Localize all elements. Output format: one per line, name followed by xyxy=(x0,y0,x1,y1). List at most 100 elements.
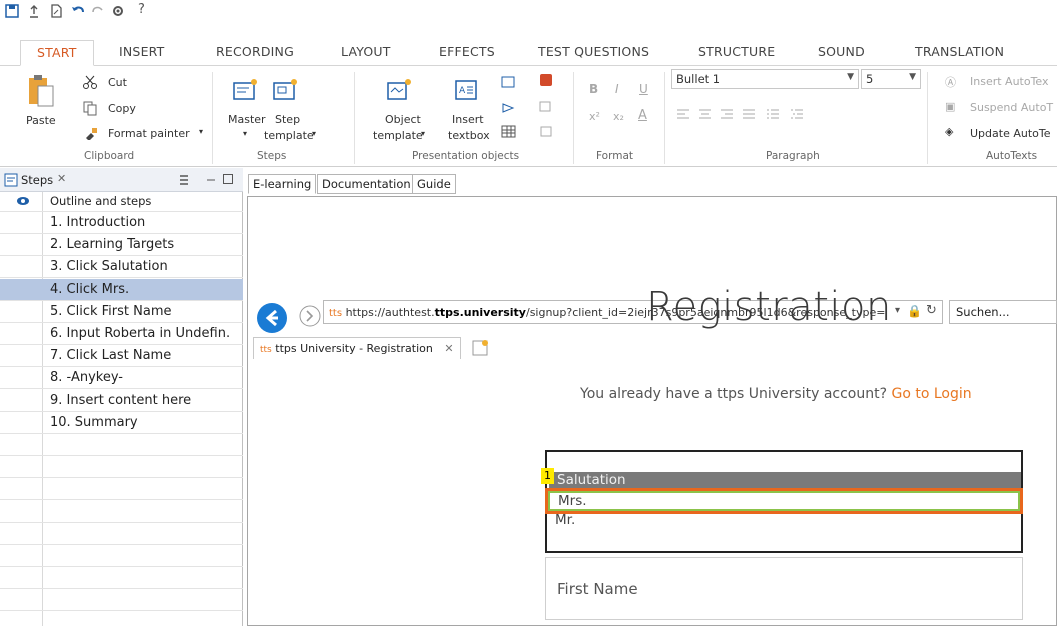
step-item[interactable]: 3. Click Salutation xyxy=(0,256,243,279)
option-mrs-highlight[interactable]: Mrs. xyxy=(545,488,1023,514)
insert-textbox-icon[interactable]: A xyxy=(454,78,478,102)
object-template-button[interactable]: template xyxy=(373,129,423,142)
format-painter-dropdown-icon[interactable]: ▾ xyxy=(199,127,203,136)
step-template-icon[interactable] xyxy=(272,78,298,102)
chevron-down-icon: ▼ xyxy=(847,72,854,82)
tab-e-learning[interactable]: E-learning xyxy=(248,174,317,194)
step-item[interactable]: 4. Click Mrs. xyxy=(0,278,243,301)
tab-effects[interactable]: EFFECTS xyxy=(439,44,495,59)
tab-translation[interactable]: TRANSLATION xyxy=(915,44,1004,59)
object-button[interactable]: Object xyxy=(385,113,421,126)
superscript-icon[interactable]: x² xyxy=(589,110,600,123)
close-tab-icon[interactable]: ✕ xyxy=(57,172,66,185)
tab-recording[interactable]: RECORDING xyxy=(216,44,294,59)
paragraph-alignment-icons[interactable] xyxy=(675,106,915,122)
back-button[interactable] xyxy=(256,302,288,334)
arrow-shape-icon[interactable] xyxy=(500,100,518,116)
first-name-field[interactable]: First Name xyxy=(545,557,1023,620)
save-icon[interactable] xyxy=(4,3,20,19)
paragraph-style-dropdown[interactable]: Bullet 1 ▼ xyxy=(671,69,859,89)
step-button[interactable]: Step xyxy=(275,113,300,126)
italic-button[interactable]: I xyxy=(615,82,619,96)
outline-header-row[interactable]: Outline and steps xyxy=(0,192,243,212)
format-painter-button[interactable]: Format painter xyxy=(108,127,190,140)
lock-icon: 🔒 xyxy=(907,304,922,318)
tab-start[interactable]: START xyxy=(20,40,94,66)
tab-layout[interactable]: LAYOUT xyxy=(341,44,391,59)
empty-step-row[interactable] xyxy=(0,589,243,612)
step-item[interactable]: 5. Click First Name xyxy=(0,301,243,323)
tab-guide[interactable]: Guide xyxy=(412,174,456,194)
copy-button[interactable]: Copy xyxy=(108,102,136,115)
salutation-option-header[interactable]: Salutation xyxy=(549,472,1021,488)
steps-panel-icon xyxy=(4,173,18,187)
step-item[interactable]: 9. Insert content here xyxy=(0,390,243,412)
step-item[interactable]: 10. Summary xyxy=(0,412,243,434)
empty-step-row[interactable] xyxy=(0,478,243,501)
object-template-dropdown-icon[interactable]: ▾ xyxy=(421,129,425,138)
minimize-icon[interactable] xyxy=(205,174,217,186)
svg-text:A: A xyxy=(459,86,466,96)
forward-button[interactable] xyxy=(299,305,321,327)
tab-sound[interactable]: SOUND xyxy=(818,44,865,59)
new-page-icon[interactable] xyxy=(48,3,64,19)
step-template-button[interactable]: template xyxy=(264,129,314,142)
master-dropdown-icon[interactable]: ▾ xyxy=(243,129,247,138)
step-template-dropdown-icon[interactable]: ▾ xyxy=(312,129,316,138)
font-color-icon[interactable]: A xyxy=(638,108,647,123)
step-item[interactable]: 2. Learning Targets xyxy=(0,234,243,257)
settings-icon[interactable] xyxy=(110,3,126,19)
redo-icon[interactable] xyxy=(90,3,106,19)
close-tab-icon[interactable]: ✕ xyxy=(444,342,453,355)
empty-step-row[interactable] xyxy=(0,434,243,456)
step-item[interactable]: 7. Click Last Name xyxy=(0,345,243,368)
tab-test-questions[interactable]: TEST QUESTIONS xyxy=(538,44,649,59)
browser-tab-favicon: tts xyxy=(260,345,272,355)
tab-insert[interactable]: INSERT xyxy=(119,44,164,59)
eye-icon[interactable] xyxy=(16,196,30,206)
empty-step-row[interactable] xyxy=(0,501,243,523)
panel-menu-icon[interactable] xyxy=(178,173,190,187)
empty-step-row[interactable] xyxy=(0,545,243,567)
undo-icon[interactable] xyxy=(70,3,86,19)
bold-button[interactable]: B xyxy=(589,82,598,96)
font-size-dropdown[interactable]: 5 ▼ xyxy=(861,69,921,89)
login-link[interactable]: Go to Login xyxy=(891,386,971,402)
browser-tab[interactable]: tts ttps University - Registration ✕ xyxy=(253,337,461,359)
help-icon[interactable]: ? xyxy=(138,2,145,17)
group-separator xyxy=(573,72,574,164)
step-item[interactable]: 8. -Anykey- xyxy=(0,367,243,390)
update-autotext-button[interactable]: Update AutoTe xyxy=(970,127,1051,140)
group-separator xyxy=(212,72,213,164)
tab-structure[interactable]: STRUCTURE xyxy=(698,44,775,59)
suspend-autotext-button[interactable]: Suspend AutoT xyxy=(970,101,1053,114)
step-item[interactable]: 1. Introduction xyxy=(0,212,243,234)
object-template-icon[interactable] xyxy=(386,78,412,102)
step-item[interactable]: 6. Input Roberta in Undefin. xyxy=(0,323,243,345)
subscript-icon[interactable]: x₂ xyxy=(613,110,624,123)
insert-button[interactable]: Insert xyxy=(452,113,484,126)
maximize-icon[interactable] xyxy=(222,173,234,185)
refresh-icon[interactable]: ↻ xyxy=(926,303,937,318)
address-dropdown-icon[interactable]: ▾ xyxy=(893,305,903,316)
tab-documentation[interactable]: Documentation xyxy=(317,174,416,194)
empty-step-row[interactable] xyxy=(0,523,243,545)
underline-button[interactable]: U xyxy=(639,82,648,96)
empty-step-row[interactable] xyxy=(0,567,243,590)
paste-button[interactable]: Paste xyxy=(26,114,56,127)
paste-icon[interactable] xyxy=(26,74,56,108)
empty-step-row[interactable] xyxy=(0,456,243,479)
option-mrs[interactable]: Mrs. xyxy=(548,491,1020,511)
export-icon[interactable] xyxy=(26,3,42,19)
shape-icon[interactable] xyxy=(500,75,518,91)
option-mr[interactable]: Mr. xyxy=(555,512,575,528)
browser-search-input[interactable]: Suchen... xyxy=(949,300,1057,324)
insert-textbox-button[interactable]: textbox xyxy=(448,129,490,142)
master-icon[interactable] xyxy=(232,78,258,102)
insert-autotext-button[interactable]: Insert AutoTex xyxy=(970,75,1049,88)
cut-button[interactable]: Cut xyxy=(108,76,127,89)
new-tab-icon[interactable] xyxy=(470,338,490,358)
master-button[interactable]: Master xyxy=(228,113,266,126)
record-icon[interactable] xyxy=(538,72,554,88)
table-icon[interactable] xyxy=(500,124,518,140)
